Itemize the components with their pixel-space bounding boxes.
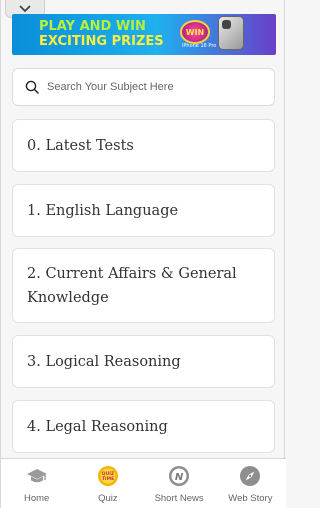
graduation-cap-icon — [26, 465, 48, 487]
quiz-time-icon: QUIZ TIME — [97, 465, 119, 487]
nav-item-home[interactable]: Home — [1, 459, 72, 508]
phone-prize-image — [218, 16, 244, 50]
subject-card-english[interactable]: 1. English Language — [12, 184, 275, 237]
news-icon: N — [168, 465, 190, 487]
nav-label: Short News — [154, 493, 204, 504]
app-frame: PLAY AND WIN EXCITING PRIZES WIN iPhone … — [0, 0, 286, 508]
subject-card-current-affairs[interactable]: 2. Current Affairs & General Knowledge — [12, 248, 275, 323]
subject-label: 3. Logical Reasoning — [27, 353, 181, 370]
nav-label: Web Story — [228, 493, 273, 504]
banner-line-2: EXCITING PRIZES — [39, 34, 164, 49]
nav-item-quiz[interactable]: QUIZ TIME Quiz — [72, 459, 143, 508]
chevron-down-icon — [19, 4, 31, 12]
nav-item-short-news[interactable]: N Short News — [144, 459, 215, 508]
subject-card-latest-tests[interactable]: 0. Latest Tests — [12, 119, 275, 172]
banner-text: PLAY AND WIN EXCITING PRIZES — [39, 19, 164, 49]
nav-item-web-story[interactable]: Web Story — [215, 459, 286, 508]
bottom-nav: Home QUIZ TIME Quiz N Short News Web Sto… — [1, 458, 286, 508]
subject-label: 0. Latest Tests — [27, 137, 134, 154]
subject-label: 4. Legal Reasoning — [27, 418, 168, 435]
search-input[interactable] — [47, 81, 247, 93]
nav-label: Quiz — [98, 493, 118, 504]
subject-card-legal-reasoning[interactable]: 4. Legal Reasoning — [12, 400, 275, 453]
subject-label: 2. Current Affairs & General Knowledge — [27, 265, 237, 306]
promo-banner[interactable]: PLAY AND WIN EXCITING PRIZES WIN iPhone … — [12, 14, 276, 55]
banner-line-1: PLAY AND WIN — [39, 19, 146, 34]
svg-text:N: N — [175, 472, 184, 483]
svg-text:TIME: TIME — [102, 476, 114, 482]
subject-card-logical-reasoning[interactable]: 3. Logical Reasoning — [12, 335, 275, 388]
win-badge: WIN — [180, 20, 210, 44]
phone-tag: iPhone 16 Pro — [182, 43, 217, 49]
search-bar[interactable] — [12, 68, 275, 106]
nav-label: Home — [23, 493, 50, 504]
subject-label: 1. English Language — [27, 202, 179, 219]
compass-icon — [239, 465, 261, 487]
search-icon — [25, 80, 39, 94]
